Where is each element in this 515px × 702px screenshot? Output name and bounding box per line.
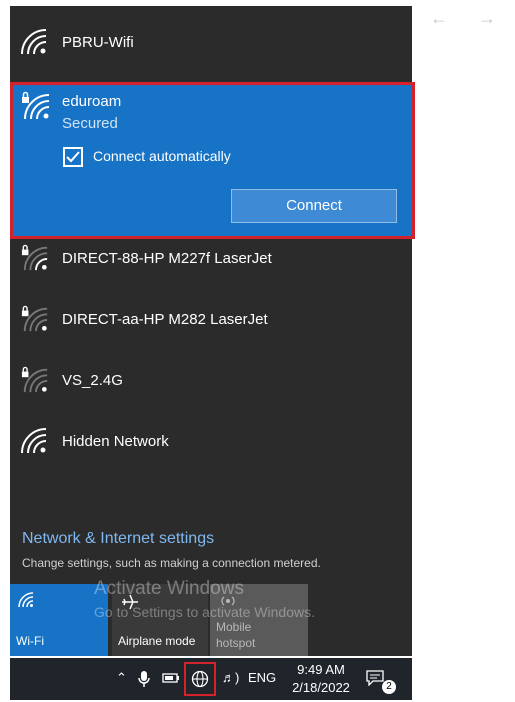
arrow-left-icon[interactable]: ← xyxy=(430,8,448,29)
network-item-pbru-wifi[interactable]: PBRU-Wifi xyxy=(10,14,412,72)
airplane-icon xyxy=(122,594,138,610)
connect-automatically-checkbox[interactable] xyxy=(63,147,83,167)
network-item-vs-2-4g[interactable]: VS_2.4G xyxy=(10,352,412,410)
network-name: VS_2.4G xyxy=(62,372,123,389)
wifi-icon xyxy=(21,29,47,55)
network-item-direct-88[interactable]: DIRECT-88-HP M227f LaserJet xyxy=(10,230,412,288)
wifi-icon xyxy=(18,592,34,608)
wifi-tile-label: Wi-Fi xyxy=(16,634,44,648)
network-settings-link[interactable]: Network & Internet settings xyxy=(22,530,214,548)
airplane-mode-tile[interactable]: Airplane mode xyxy=(112,584,208,656)
clock-time[interactable]: 9:49 AM xyxy=(286,662,356,677)
mobile-hotspot-tile[interactable]: Mobile hotspot xyxy=(210,584,308,656)
wifi-icon xyxy=(21,428,47,454)
connect-button[interactable]: Connect xyxy=(231,189,397,223)
network-settings-description: Change settings, such as making a connec… xyxy=(22,556,321,570)
connect-automatically-label: Connect automatically xyxy=(93,148,231,164)
taskbar: ⌃ ♬) ENG 9:49 AM 2/18/2022 2 xyxy=(10,658,412,700)
network-name: DIRECT-aa-HP M282 LaserJet xyxy=(62,311,268,328)
arrow-right-icon[interactable]: → xyxy=(478,8,496,29)
language-indicator[interactable]: ENG xyxy=(248,670,276,685)
network-tray-highlight[interactable] xyxy=(184,662,216,696)
network-item-direct-aa[interactable]: DIRECT-aa-HP M282 LaserJet xyxy=(10,291,412,349)
globe-icon xyxy=(191,670,209,688)
secured-wifi-icon xyxy=(22,91,50,120)
hotspot-tile-label-line1: Mobile xyxy=(216,620,252,634)
chevron-up-icon[interactable]: ⌃ xyxy=(116,670,127,686)
notification-icon[interactable] xyxy=(366,670,384,686)
hotspot-tile-label-line2: hotspot xyxy=(216,636,256,650)
network-name: eduroam xyxy=(62,93,122,110)
volume-icon[interactable]: ♬) xyxy=(222,670,239,685)
network-name: PBRU-Wifi xyxy=(62,34,134,51)
network-name: DIRECT-88-HP M227f LaserJet xyxy=(62,250,272,267)
clock-date[interactable]: 2/18/2022 xyxy=(286,680,356,695)
notification-count-badge: 2 xyxy=(382,680,396,694)
secured-wifi-icon xyxy=(21,305,48,332)
network-item-hidden[interactable]: Hidden Network xyxy=(10,413,412,471)
secured-wifi-icon xyxy=(21,244,48,271)
secured-wifi-icon xyxy=(21,366,48,393)
battery-icon[interactable] xyxy=(162,672,180,684)
network-status: Secured xyxy=(62,115,118,132)
airplane-tile-label: Airplane mode xyxy=(118,634,196,648)
browser-nav: ← → xyxy=(430,8,510,30)
network-flyout: PBRU-Wifi eduroam Secured Connect automa… xyxy=(10,6,415,656)
network-name: Hidden Network xyxy=(62,433,169,450)
hotspot-icon xyxy=(221,596,235,606)
network-item-eduroam[interactable]: eduroam Secured Connect automatically Co… xyxy=(10,82,415,239)
wifi-toggle-tile[interactable]: Wi-Fi xyxy=(10,584,108,656)
microphone-icon[interactable] xyxy=(138,670,150,688)
checkmark-icon xyxy=(66,151,80,163)
